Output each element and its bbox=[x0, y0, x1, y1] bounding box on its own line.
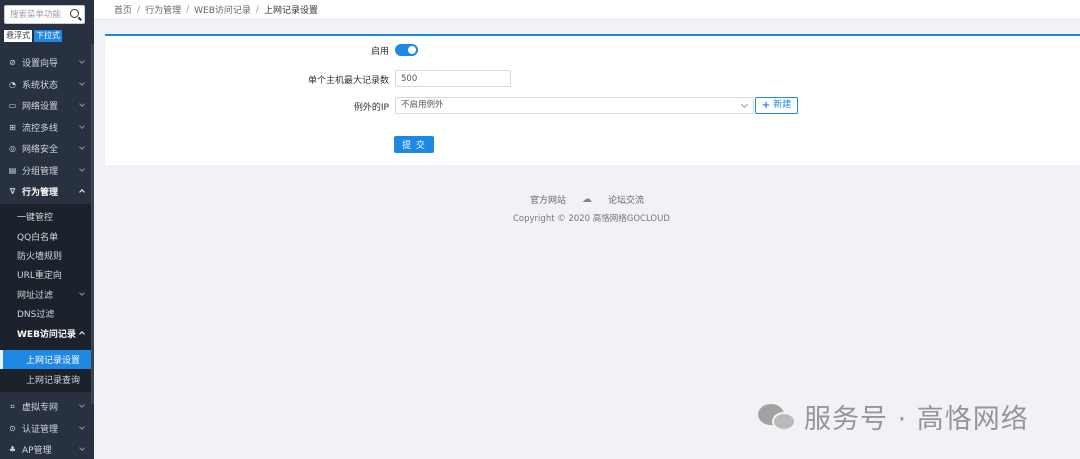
exception-ip-select[interactable]: 不启用例外 bbox=[395, 97, 754, 114]
watermark: 服务号 · 高恪网络 bbox=[758, 397, 1029, 436]
sidebar-item-label: 分组管理 bbox=[22, 167, 59, 177]
vpn-icon: ⌗ bbox=[10, 401, 15, 411]
chevron-down-icon bbox=[740, 100, 749, 109]
chevron-up-icon bbox=[79, 189, 85, 195]
sidebar-item-ap-management[interactable]: ♣ AP管理 bbox=[0, 439, 94, 459]
sidebar-scrollbar[interactable] bbox=[91, 44, 94, 404]
exception-ip-label: 例外的IP bbox=[353, 103, 389, 113]
breadcrumb-web-access[interactable]: WEB访问记录 bbox=[194, 3, 251, 16]
sidebar: 悬浮式 下拉式 ⊘ 设置向导 ◔ 系统状态 ▭ 网络设置 ⊞ 流控多线 ◎ 网络… bbox=[0, 0, 94, 459]
toggle-knob bbox=[408, 46, 416, 54]
breadcrumb-behavior[interactable]: 行为管理 bbox=[145, 3, 181, 16]
footer-links: 官方网站 ☁ 论坛交流 bbox=[530, 193, 670, 206]
sidebar-subitem-qq-whitelist[interactable]: QQ白名单 bbox=[0, 227, 94, 246]
monitor-icon: ▭ bbox=[8, 101, 17, 110]
max-records-row: 单个主机最大记录数 bbox=[268, 73, 389, 89]
network-icon: ⊞ bbox=[9, 123, 16, 132]
menu-search-input[interactable] bbox=[5, 6, 69, 23]
sidebar-item-setup-wizard[interactable]: ⊘ 设置向导 bbox=[0, 52, 94, 73]
plus-icon: + bbox=[761, 100, 771, 111]
document-icon: ▤ bbox=[8, 166, 17, 175]
official-site-link[interactable]: 官方网站 bbox=[530, 193, 566, 206]
wechat-icon bbox=[758, 400, 798, 434]
submit-button[interactable]: 提 交 bbox=[394, 136, 434, 153]
chevron-down-icon bbox=[79, 80, 85, 86]
sidebar-item-behavior-management[interactable]: ∇ 行为管理 bbox=[0, 181, 94, 202]
sidebar-item-vpn[interactable]: ⌗ 虚拟专网 bbox=[0, 396, 94, 417]
copyright-text: Copyright © 2020 高恪网络GOCLOUD bbox=[513, 214, 670, 224]
chevron-down-icon bbox=[79, 101, 85, 107]
sidebar-item-network-security[interactable]: ◎ 网络安全 bbox=[0, 138, 94, 159]
mode-dropdown-button[interactable]: 下拉式 bbox=[34, 30, 62, 42]
sidebar-subitem-web-access-log[interactable]: WEB访问记录 bbox=[0, 324, 94, 343]
breadcrumb-separator: / bbox=[137, 4, 141, 15]
sidebar-item-auth-management[interactable]: ⊙ 认证管理 bbox=[0, 418, 94, 439]
sidebar-item-label: 流控多线 bbox=[22, 124, 59, 134]
sidebar-subitem-label: WEB访问记录 bbox=[17, 330, 76, 340]
chevron-down-icon bbox=[79, 144, 85, 150]
breadcrumb-separator: / bbox=[255, 4, 259, 15]
cloud-icon: ☁ bbox=[582, 194, 593, 205]
sidebar-subitem-dns-filter[interactable]: DNS过滤 bbox=[0, 304, 94, 323]
sidebar-leaf-log-query[interactable]: 上网记录查询 bbox=[0, 370, 94, 389]
forum-link[interactable]: 论坛交流 bbox=[608, 193, 644, 206]
chevron-down-icon bbox=[79, 123, 85, 129]
search-icon[interactable] bbox=[70, 9, 79, 18]
max-records-label: 单个主机最大记录数 bbox=[307, 76, 389, 86]
sidebar-item-network-settings[interactable]: ▭ 网络设置 bbox=[0, 95, 94, 116]
enable-row: 启用 bbox=[268, 44, 389, 60]
enable-toggle[interactable] bbox=[395, 44, 418, 56]
chevron-down-icon bbox=[79, 290, 85, 296]
breadcrumb-home[interactable]: 首页 bbox=[114, 3, 132, 16]
watermark-text: 服务号 · 高恪网络 bbox=[804, 404, 1029, 435]
chevron-down-icon bbox=[79, 402, 85, 408]
sidebar-item-system-status[interactable]: ◔ 系统状态 bbox=[0, 74, 94, 95]
new-button-label: 新建 bbox=[773, 100, 792, 110]
new-exception-button[interactable]: + 新建 bbox=[755, 97, 798, 114]
sidebar-item-label: 设置向导 bbox=[22, 59, 59, 69]
exception-ip-row: 例外的IP bbox=[268, 100, 389, 116]
sidebar-item-label: 认证管理 bbox=[22, 425, 59, 435]
sidebar-item-flow-control[interactable]: ⊞ 流控多线 bbox=[0, 117, 94, 138]
sidebar-subitem-url-filter[interactable]: 网址过滤 bbox=[0, 285, 94, 304]
sidebar-subitem-url-redirect[interactable]: URL重定向 bbox=[0, 265, 94, 284]
menu-search-box[interactable] bbox=[4, 5, 85, 24]
chevron-down-icon bbox=[79, 166, 85, 172]
mode-floating-button[interactable]: 悬浮式 bbox=[4, 30, 32, 42]
ap-icon: ♣ bbox=[8, 445, 17, 454]
shield-icon: ◎ bbox=[9, 144, 16, 153]
menu-mode-switch: 悬浮式 下拉式 bbox=[4, 30, 62, 42]
breadcrumb-current: 上网记录设置 bbox=[263, 6, 318, 16]
sidebar-item-label: AP管理 bbox=[22, 446, 52, 456]
auth-icon: ⊙ bbox=[9, 424, 16, 433]
sidebar-item-label: 系统状态 bbox=[22, 81, 59, 91]
enable-label: 启用 bbox=[370, 47, 389, 57]
sidebar-subitem-one-click-control[interactable]: 一键管控 bbox=[0, 207, 94, 226]
filter-icon: ∇ bbox=[9, 187, 16, 196]
sidebar-item-label: 行为管理 bbox=[22, 188, 59, 198]
sidebar-item-label: 网络设置 bbox=[22, 102, 59, 112]
chevron-down-icon bbox=[79, 445, 85, 451]
sidebar-subitem-label: 网址过滤 bbox=[17, 291, 54, 301]
sidebar-item-label: 虚拟专网 bbox=[22, 403, 59, 413]
dashboard-icon: ◔ bbox=[9, 80, 16, 89]
breadcrumb-separator: / bbox=[186, 4, 190, 15]
compass-icon: ⊘ bbox=[9, 58, 16, 67]
chevron-down-icon bbox=[79, 58, 85, 64]
max-records-input[interactable] bbox=[395, 70, 511, 87]
chevron-up-icon bbox=[79, 331, 85, 337]
chevron-down-icon bbox=[79, 424, 85, 430]
exception-ip-value: 不启用例外 bbox=[401, 100, 444, 110]
sidebar-subitem-firewall-rules[interactable]: 防火墙规则 bbox=[0, 246, 94, 265]
sidebar-item-group-management[interactable]: ▤ 分组管理 bbox=[0, 160, 94, 181]
breadcrumb: 首页 / 行为管理 / WEB访问记录 / 上网记录设置 bbox=[94, 0, 1080, 20]
sidebar-leaf-log-settings[interactable]: 上网记录设置 bbox=[0, 350, 94, 369]
sidebar-item-label: 网络安全 bbox=[22, 145, 59, 155]
